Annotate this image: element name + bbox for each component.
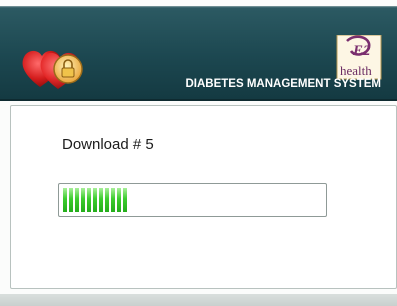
progress-segment (63, 188, 67, 212)
progress-segment (105, 188, 109, 212)
header-banner: E2 health DIABETES MANAGEMENT SYSTEM (0, 6, 397, 101)
progress-segment (69, 188, 73, 212)
progress-segment (123, 188, 127, 212)
window-bottom-edge (0, 294, 397, 306)
progress-segment (87, 188, 91, 212)
progress-segment (99, 188, 103, 212)
download-status-label: Download # 5 (62, 136, 154, 153)
hearts-padlock-logo-icon (22, 50, 83, 89)
e2-health-logo-icon: E2 health (336, 35, 382, 80)
progress-segment (111, 188, 115, 212)
progress-segment (117, 188, 121, 212)
progress-fill (63, 188, 127, 212)
progress-segment (75, 188, 79, 212)
svg-text:health: health (340, 63, 372, 78)
progress-segment (81, 188, 85, 212)
app-subtitle: DIABETES MANAGEMENT SYSTEM (185, 78, 381, 90)
svg-text:E2: E2 (352, 43, 371, 59)
app-window: E2 health DIABETES MANAGEMENT SYSTEM Dow… (0, 0, 397, 306)
download-progress-bar (58, 183, 327, 217)
progress-segment (93, 188, 97, 212)
